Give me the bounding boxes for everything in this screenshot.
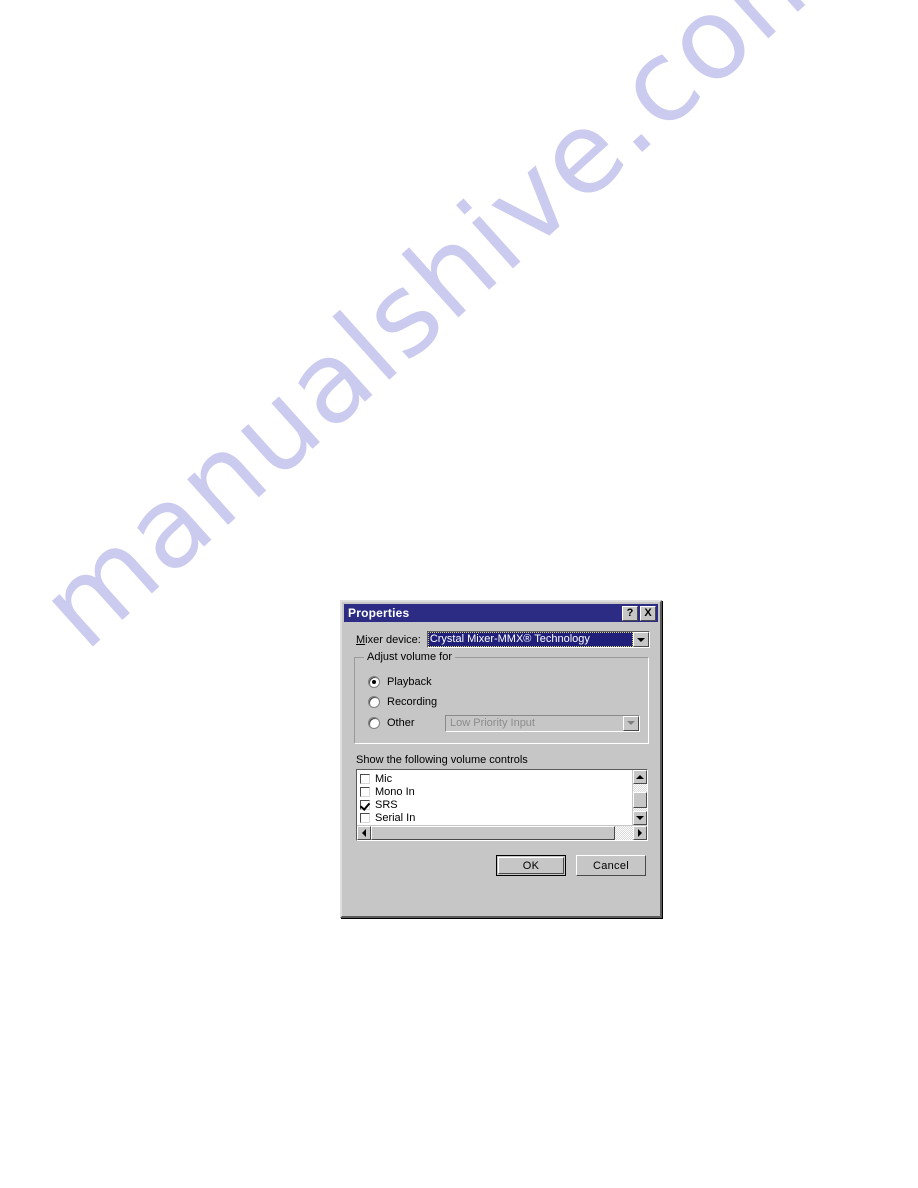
listbox-items: Mic Mono In SRS Serial In: [357, 770, 632, 825]
radio-other-label: Other: [387, 717, 415, 729]
scroll-right-arrow-icon: [638, 829, 642, 837]
ok-button[interactable]: OK: [496, 855, 566, 876]
other-device-combobox: Low Priority Input: [445, 714, 640, 732]
scroll-down-arrow-icon: [636, 816, 644, 820]
mixer-device-combobox[interactable]: Crystal Mixer-MMX® Technology: [426, 631, 650, 648]
list-item-label: Mono In: [375, 785, 415, 798]
vertical-scroll-thumb[interactable]: [633, 792, 647, 809]
radio-other-indicator[interactable]: [368, 717, 380, 729]
close-button[interactable]: X: [640, 605, 656, 621]
listbox-horizontal-scrollbar[interactable]: [357, 825, 647, 840]
checkbox-mic[interactable]: [360, 773, 370, 784]
list-item[interactable]: Mic: [360, 772, 632, 785]
scroll-up-arrow-icon: [636, 775, 644, 779]
horizontal-scroll-track[interactable]: [371, 826, 633, 840]
mixer-device-label-accel: M: [356, 633, 366, 646]
scroll-up-button[interactable]: [633, 770, 647, 784]
other-device-selected-value: Low Priority Input: [450, 717, 535, 729]
volume-controls-label: Show the following volume controls: [356, 754, 528, 766]
radio-option-recording[interactable]: Recording: [368, 692, 640, 712]
radio-recording-indicator[interactable]: [368, 696, 380, 708]
dialog-title: Properties: [348, 606, 410, 620]
checkbox-serial-in[interactable]: [360, 812, 370, 823]
volume-controls-listbox[interactable]: Mic Mono In SRS Serial In: [356, 769, 648, 841]
chevron-down-icon: [627, 721, 635, 725]
scroll-left-arrow-icon: [362, 829, 366, 837]
list-item[interactable]: Serial In: [360, 811, 632, 824]
checkbox-mono-in[interactable]: [360, 786, 370, 797]
mixer-device-label-rest: ixer device:: [365, 633, 421, 646]
dialog-titlebar[interactable]: Properties ? X: [344, 604, 658, 622]
scroll-right-button[interactable]: [633, 826, 647, 840]
scroll-left-button[interactable]: [357, 826, 371, 840]
mixer-device-dropdown-button[interactable]: [633, 632, 649, 647]
radio-option-other[interactable]: Other Low Priority Input: [368, 712, 640, 734]
mixer-device-selected-value: Crystal Mixer-MMX® Technology: [427, 632, 633, 647]
page-watermark: manualshive.com: [0, 0, 918, 1188]
radio-option-playback[interactable]: Playback: [368, 672, 640, 692]
chevron-down-icon: [637, 637, 645, 642]
checkbox-srs[interactable]: [360, 799, 370, 810]
list-item-label: SRS: [375, 798, 398, 811]
dialog-body: Mixer device: Crystal Mixer-MMX® Technol…: [342, 631, 660, 876]
list-item[interactable]: Mono In: [360, 785, 632, 798]
mixer-device-label: Mixer device:: [356, 634, 421, 646]
radio-playback-label: Playback: [387, 676, 432, 688]
adjust-volume-legend: Adjust volume for: [364, 651, 455, 663]
mixer-device-row: Mixer device: Crystal Mixer-MMX® Technol…: [356, 631, 650, 648]
mixer-device-combobox-value-area: Crystal Mixer-MMX® Technology: [427, 632, 633, 647]
ok-button-label: OK: [498, 857, 564, 874]
listbox-main-area: Mic Mono In SRS Serial In: [357, 770, 647, 825]
list-item-label: Serial In: [375, 811, 416, 824]
list-item-label: Mic: [375, 772, 393, 785]
properties-dialog: Properties ? X Mixer device: Crystal Mix…: [340, 600, 662, 918]
adjust-volume-groupbox: Adjust volume for Playback Recording Oth…: [354, 651, 649, 744]
other-device-dropdown-button: [623, 715, 639, 731]
listbox-vertical-scrollbar[interactable]: [632, 770, 647, 825]
list-item[interactable]: SRS: [360, 798, 632, 811]
radio-recording-label: Recording: [387, 696, 438, 708]
horizontal-scroll-thumb[interactable]: [371, 826, 615, 840]
dialog-button-row: OK Cancel: [342, 855, 646, 876]
radio-playback-indicator[interactable]: [368, 676, 380, 688]
watermark-text: manualshive.com: [16, 0, 862, 674]
vertical-scroll-track[interactable]: [633, 784, 647, 811]
scroll-down-button[interactable]: [633, 811, 647, 825]
help-button[interactable]: ?: [622, 605, 638, 621]
cancel-button[interactable]: Cancel: [576, 855, 646, 876]
